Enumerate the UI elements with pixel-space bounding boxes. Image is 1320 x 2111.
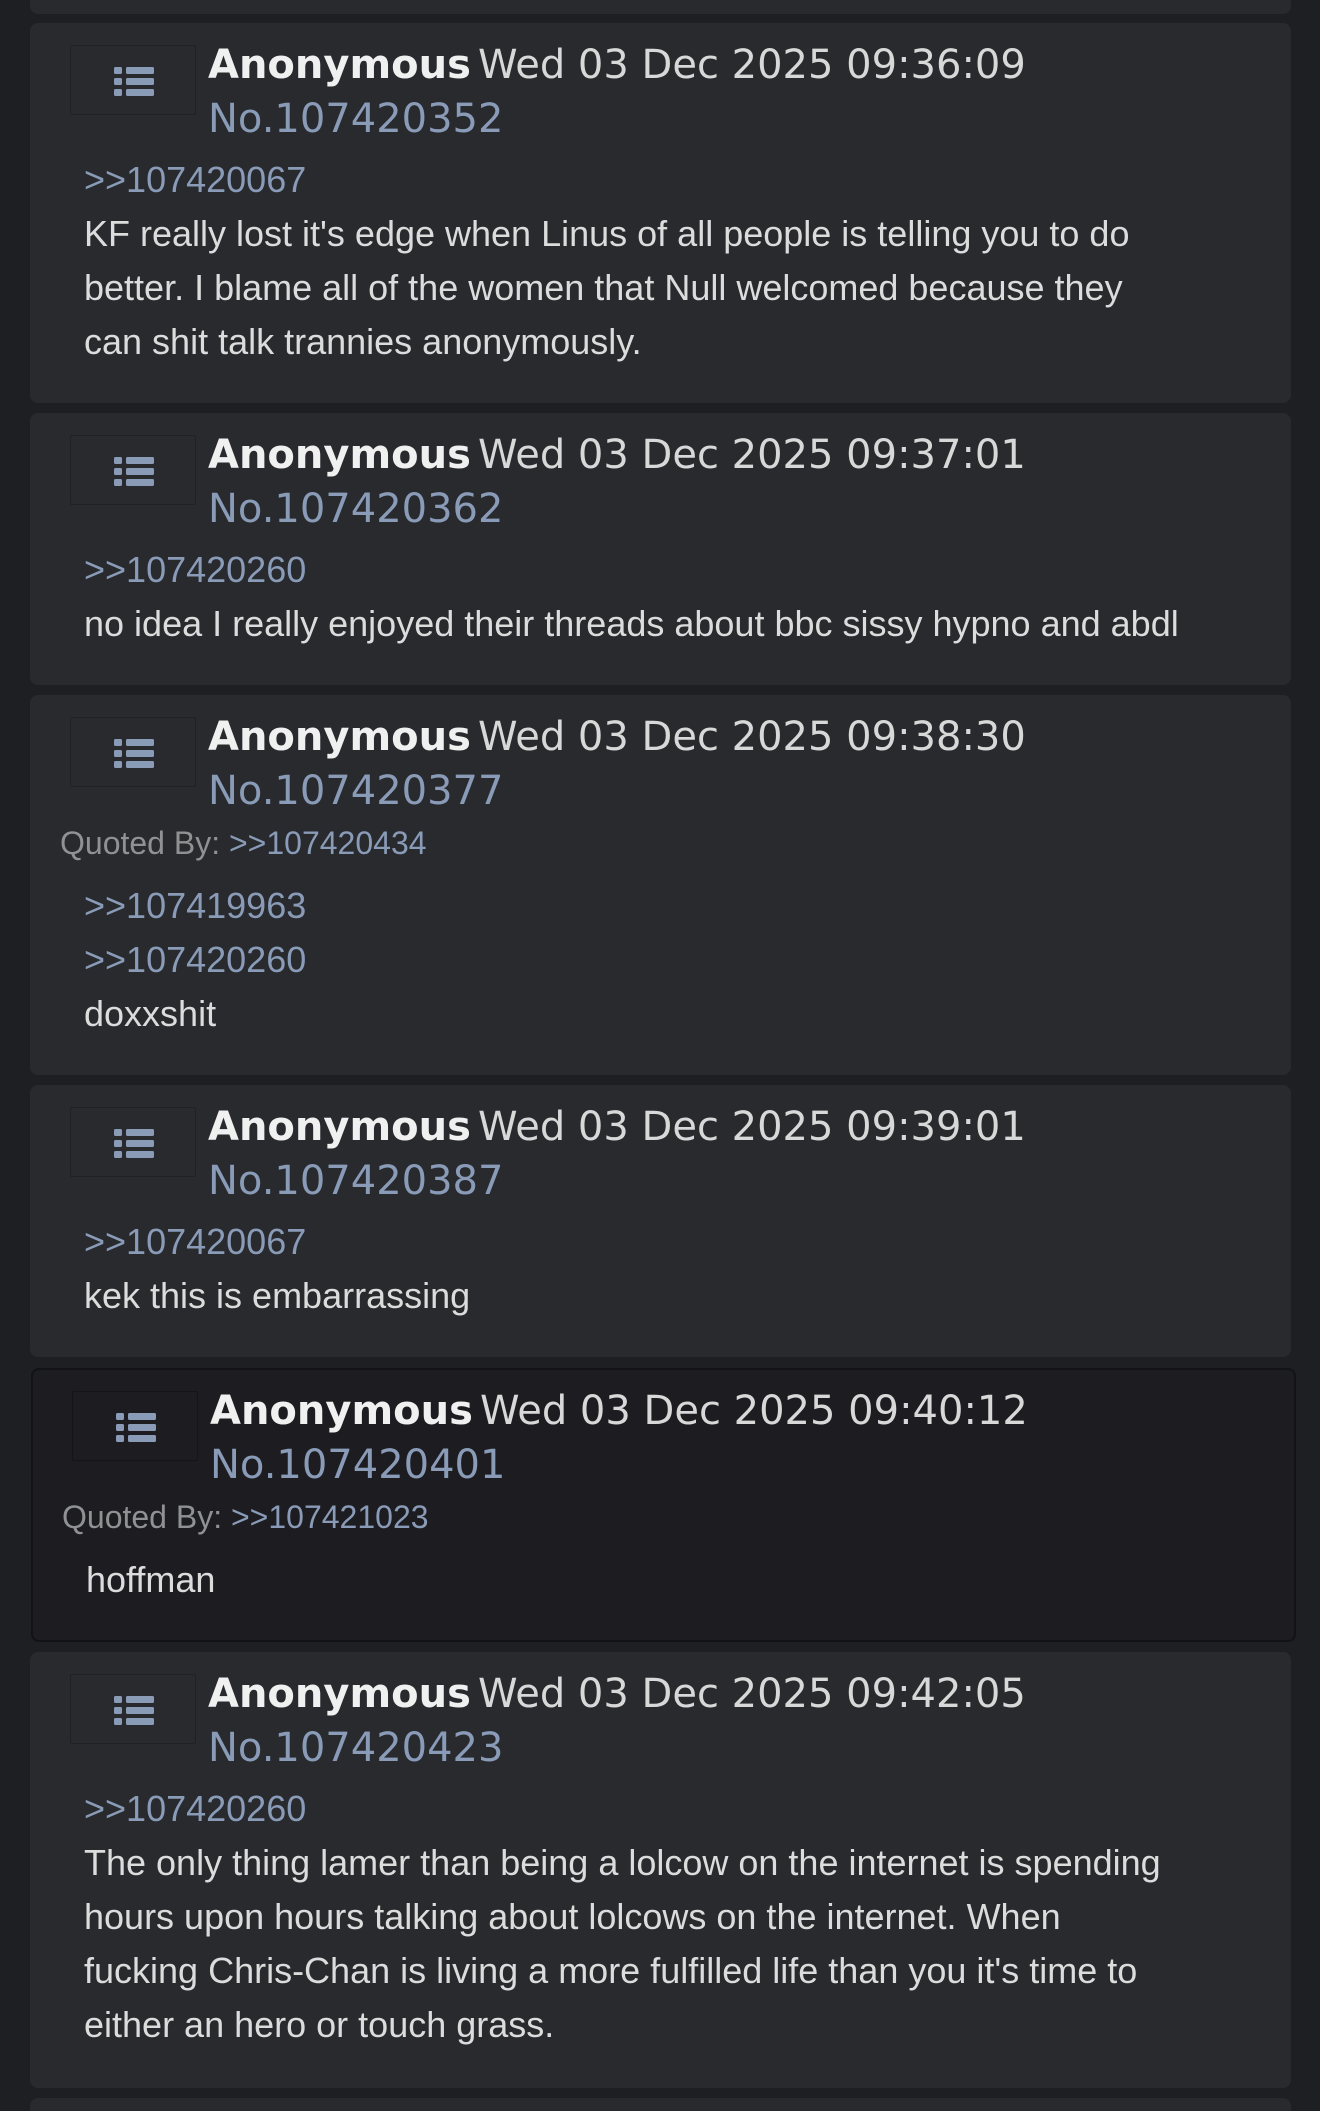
post-date: Wed 03 Dec 2025 09:40:12	[480, 1388, 1028, 1434]
post-text-line: better. I blame all of the women that Nu…	[84, 267, 1123, 308]
post-body: >>107420067 KF really lost it's edge whe…	[84, 153, 1271, 369]
poster-name: Anonymous	[210, 1388, 473, 1434]
post-menu-button[interactable]	[70, 45, 196, 115]
post-text-line: doxxshit	[84, 993, 217, 1034]
quoted-by-label: Quoted By:	[62, 1499, 223, 1535]
post-text-line: KF really lost it's edge when Linus of a…	[84, 213, 1130, 254]
list-icon	[114, 1696, 154, 1725]
post-text-line: The only thing lamer than being a lolcow…	[84, 1842, 1161, 1883]
list-icon	[114, 457, 154, 486]
next-post-edge	[30, 2098, 1291, 2111]
post-date: Wed 03 Dec 2025 09:39:01	[478, 1104, 1026, 1150]
quote-link[interactable]: >>107420067	[84, 153, 1271, 207]
post-number-link[interactable]: No.107420387	[208, 1155, 503, 1207]
post-text-line: kek this is embarrassing	[84, 1275, 471, 1316]
post-number-link[interactable]: No.107420423	[208, 1722, 503, 1774]
post-menu-button[interactable]	[70, 1674, 196, 1744]
post-menu-button[interactable]	[70, 717, 196, 787]
post-body: >>107420260 no idea I really enjoyed the…	[84, 543, 1271, 651]
post-text-line: hoffman	[86, 1559, 216, 1600]
post-date: Wed 03 Dec 2025 09:42:05	[478, 1671, 1026, 1717]
list-icon	[114, 739, 154, 768]
post-body: >>107420067 kek this is embarrassing	[84, 1215, 1271, 1323]
post: Anonymous Wed 03 Dec 2025 09:36:09 No.10…	[30, 23, 1291, 403]
quoted-by-link[interactable]: >>107420434	[229, 825, 427, 861]
poster-name: Anonymous	[208, 432, 471, 478]
post-menu-button[interactable]	[70, 435, 196, 505]
post: Anonymous Wed 03 Dec 2025 09:38:30 No.10…	[30, 695, 1291, 1075]
post: Anonymous Wed 03 Dec 2025 09:39:01 No.10…	[30, 1085, 1291, 1357]
poster-name: Anonymous	[208, 42, 471, 88]
poster-name: Anonymous	[208, 714, 471, 760]
post-text-line: hours upon hours talking about lolcows o…	[84, 1896, 1061, 1937]
list-icon	[116, 1413, 156, 1442]
post-date: Wed 03 Dec 2025 09:37:01	[478, 432, 1026, 478]
quoted-by: Quoted By: >>107420434	[60, 823, 427, 863]
quote-link[interactable]: >>107420260	[84, 933, 1271, 987]
post-highlighted: Anonymous Wed 03 Dec 2025 09:40:12 No.10…	[31, 1368, 1296, 1642]
quote-link[interactable]: >>107420067	[84, 1215, 1271, 1269]
quote-link[interactable]: >>107420260	[84, 1782, 1271, 1836]
post: Anonymous Wed 03 Dec 2025 09:42:05 No.10…	[30, 1652, 1291, 2088]
post-number-link[interactable]: No.107420352	[208, 93, 503, 145]
quoted-by-label: Quoted By:	[60, 825, 221, 861]
post-date: Wed 03 Dec 2025 09:36:09	[478, 42, 1026, 88]
quote-link[interactable]: >>107419963	[84, 879, 1271, 933]
poster-name: Anonymous	[208, 1671, 471, 1717]
post-menu-button[interactable]	[70, 1107, 196, 1177]
thread-page: Anonymous Wed 03 Dec 2025 09:36:09 No.10…	[0, 0, 1320, 2111]
post-body: hoffman	[86, 1553, 1274, 1607]
quoted-by-link[interactable]: >>107421023	[231, 1499, 429, 1535]
post-text-line: either an hero or touch grass.	[84, 2004, 555, 2045]
poster-name: Anonymous	[208, 1104, 471, 1150]
post-number-link[interactable]: No.107420377	[208, 765, 503, 817]
post-text-line: no idea I really enjoyed their threads a…	[84, 603, 1179, 644]
post-menu-button[interactable]	[72, 1391, 198, 1461]
quote-link[interactable]: >>107420260	[84, 543, 1271, 597]
post-text-line: fucking Chris-Chan is living a more fulf…	[84, 1950, 1138, 1991]
post-body: >>107419963 >>107420260 doxxshit	[84, 879, 1271, 1041]
previous-post-edge	[30, 0, 1291, 14]
quoted-by: Quoted By: >>107421023	[62, 1497, 429, 1537]
post: Anonymous Wed 03 Dec 2025 09:37:01 No.10…	[30, 413, 1291, 685]
post-body: >>107420260 The only thing lamer than be…	[84, 1782, 1271, 2052]
list-icon	[114, 1129, 154, 1158]
post-number-link[interactable]: No.107420362	[208, 483, 503, 535]
post-number-link[interactable]: No.107420401	[210, 1439, 505, 1491]
post-date: Wed 03 Dec 2025 09:38:30	[478, 714, 1026, 760]
post-text-line: can shit talk trannies anonymously.	[84, 321, 642, 362]
list-icon	[114, 67, 154, 96]
